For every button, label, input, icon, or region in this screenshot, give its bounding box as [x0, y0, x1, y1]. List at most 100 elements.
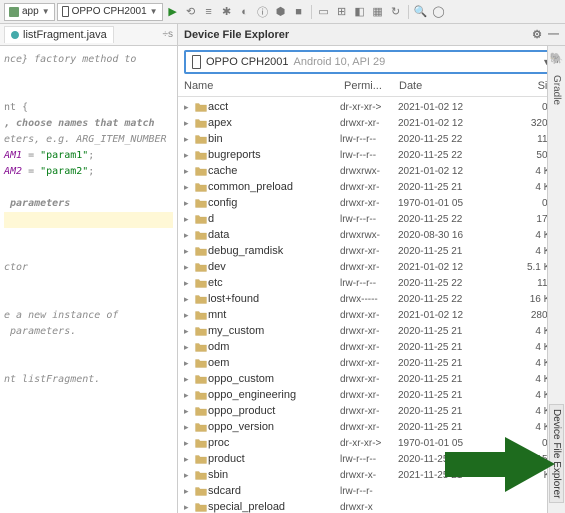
- expand-icon[interactable]: ▸: [184, 262, 194, 273]
- gear-icon[interactable]: ⚙: [532, 28, 542, 41]
- file-name: oppo_engineering: [208, 389, 340, 401]
- file-row[interactable]: ▸odmdrwxr-xr-2020-11-25 214 KB: [178, 339, 565, 355]
- expand-icon[interactable]: ▸: [184, 454, 194, 465]
- editor-tab[interactable]: listFragment.java: [4, 26, 114, 43]
- file-name: debug_ramdisk: [208, 245, 340, 257]
- user-icon[interactable]: ◯: [431, 4, 447, 20]
- expand-icon[interactable]: ▸: [184, 390, 194, 401]
- expand-icon[interactable]: ▸: [184, 502, 194, 513]
- col-name[interactable]: Name: [184, 80, 344, 92]
- file-row[interactable]: ▸devdrwxr-xr-2021-01-02 125.1 KB: [178, 259, 565, 275]
- expand-icon[interactable]: ▸: [184, 198, 194, 209]
- search-icon[interactable]: 🔍: [413, 4, 429, 20]
- expand-icon[interactable]: ▸: [184, 486, 194, 497]
- expand-icon[interactable]: ▸: [184, 374, 194, 385]
- file-perm: lrw-r--r--: [340, 150, 398, 161]
- col-date[interactable]: Date: [399, 80, 489, 92]
- file-row[interactable]: ▸mntdrwxr-xr-2021-01-02 12280 B: [178, 307, 565, 323]
- file-row[interactable]: ▸oppo_customdrwxr-xr-2020-11-25 214 KB: [178, 371, 565, 387]
- expand-icon[interactable]: ▸: [184, 294, 194, 305]
- layout-inspector-icon[interactable]: ◧: [352, 4, 368, 20]
- expand-icon[interactable]: ▸: [184, 102, 194, 113]
- file-row[interactable]: ▸cachedrwxrwx-2021-01-02 124 KB: [178, 163, 565, 179]
- debug-icon[interactable]: ✱: [219, 4, 235, 20]
- file-columns-header[interactable]: Name Permi... Date Size: [178, 78, 565, 97]
- file-row[interactable]: ▸binlrw-r--r--2020-11-25 2211 B: [178, 131, 565, 147]
- file-perm: lrw-r--r--: [340, 214, 398, 225]
- avd-icon[interactable]: ▭: [316, 4, 332, 20]
- expand-icon[interactable]: ▸: [184, 358, 194, 369]
- file-row[interactable]: ▸bugreportslrw-r--r--2020-11-25 2250 B: [178, 147, 565, 163]
- file-name: sdcard: [208, 485, 340, 497]
- file-row[interactable]: ▸special_preloaddrwxr-x: [178, 499, 565, 513]
- file-perm: drwxr-xr-: [340, 358, 398, 369]
- expand-icon[interactable]: ▸: [184, 166, 194, 177]
- apply-changes-icon[interactable]: ⟲: [183, 4, 199, 20]
- panel-header: Device File Explorer ⚙ —: [178, 24, 565, 45]
- expand-icon[interactable]: ▸: [184, 342, 194, 353]
- sync-icon[interactable]: ↻: [388, 4, 404, 20]
- attach-icon[interactable]: ⬢: [273, 4, 289, 20]
- profile-icon[interactable]: ⓘ: [255, 4, 271, 20]
- apply-code-icon[interactable]: ≡: [201, 4, 217, 20]
- file-row[interactable]: ▸etclrw-r--r--2020-11-25 2211 B: [178, 275, 565, 291]
- folder-icon: [194, 294, 208, 304]
- coverage-icon[interactable]: ◐: [237, 4, 253, 20]
- expand-icon[interactable]: ▸: [184, 278, 194, 289]
- expand-icon[interactable]: ▸: [184, 246, 194, 257]
- file-row[interactable]: ▸oppo_engineeringdrwxr-xr-2020-11-25 214…: [178, 387, 565, 403]
- file-row[interactable]: ▸dlrw-r--r--2020-11-25 2217 B: [178, 211, 565, 227]
- split-indicator[interactable]: ÷s: [163, 29, 178, 40]
- folder-icon: [194, 438, 208, 448]
- file-date: 2020-11-25 21: [398, 422, 486, 433]
- code-editor[interactable]: nce} factory method to nt { , choose nam…: [0, 46, 178, 513]
- file-row[interactable]: ▸acctdr-xr-xr->2021-01-02 120 B: [178, 99, 565, 115]
- file-row[interactable]: ▸common_preloaddrwxr-xr-2020-11-25 214 K…: [178, 179, 565, 195]
- expand-icon[interactable]: ▸: [184, 150, 194, 161]
- expand-icon[interactable]: ▸: [184, 230, 194, 241]
- file-row[interactable]: ▸configdrwxr-xr-1970-01-01 050 B: [178, 195, 565, 211]
- expand-icon[interactable]: ▸: [184, 214, 194, 225]
- file-row[interactable]: ▸datadrwxrwx-2020-08-30 164 KB: [178, 227, 565, 243]
- module-selector[interactable]: app ▼: [4, 3, 55, 21]
- stop-icon[interactable]: ■: [291, 4, 307, 20]
- hide-icon[interactable]: —: [548, 28, 559, 41]
- expand-icon[interactable]: ▸: [184, 406, 194, 417]
- device-selector[interactable]: OPPO CPH2001 Android 10, API 29 ▼: [184, 50, 559, 74]
- file-name: lost+found: [208, 293, 340, 305]
- run-icon[interactable]: ▶: [165, 4, 181, 20]
- expand-icon[interactable]: ▸: [184, 134, 194, 145]
- file-row[interactable]: ▸debug_ramdiskdrwxr-xr-2020-11-25 214 KB: [178, 243, 565, 259]
- file-row[interactable]: ▸oppo_productdrwxr-xr-2020-11-25 214 KB: [178, 403, 565, 419]
- file-name: mnt: [208, 309, 340, 321]
- file-name: oppo_version: [208, 421, 340, 433]
- chevron-down-icon: ▼: [150, 7, 158, 16]
- toolbar-separator: [408, 5, 409, 19]
- folder-icon: [194, 326, 208, 336]
- expand-icon[interactable]: ▸: [184, 118, 194, 129]
- file-row[interactable]: ▸oppo_versiondrwxr-xr-2020-11-25 214 KB: [178, 419, 565, 435]
- expand-icon[interactable]: ▸: [184, 470, 194, 481]
- expand-icon[interactable]: ▸: [184, 422, 194, 433]
- file-date: 2021-01-02 12: [398, 310, 486, 321]
- file-name: dev: [208, 261, 340, 273]
- sdk-icon[interactable]: ⊞: [334, 4, 350, 20]
- expand-icon[interactable]: ▸: [184, 310, 194, 321]
- file-row[interactable]: ▸apexdrwxr-xr-2021-01-02 12320 B: [178, 115, 565, 131]
- file-row[interactable]: ▸oemdrwxr-xr-2020-11-25 214 KB: [178, 355, 565, 371]
- module-name: app: [22, 6, 39, 17]
- file-row[interactable]: ▸my_customdrwxr-xr-2020-11-25 214 KB: [178, 323, 565, 339]
- expand-icon[interactable]: ▸: [184, 182, 194, 193]
- file-row[interactable]: ▸lost+founddrwx-----2020-11-25 2216 KB: [178, 291, 565, 307]
- folder-icon: [194, 374, 208, 384]
- gradle-tab[interactable]: Gradle: [551, 75, 562, 105]
- file-perm: drwxr-xr-: [340, 390, 398, 401]
- elephant-icon[interactable]: 🐘: [550, 52, 564, 65]
- expand-icon[interactable]: ▸: [184, 438, 194, 449]
- col-perm[interactable]: Permi...: [344, 80, 399, 92]
- file-name: oem: [208, 357, 340, 369]
- device-selector-row: OPPO CPH2001 Android 10, API 29 ▼: [178, 46, 565, 78]
- runconfig-selector[interactable]: OPPO CPH2001 ▼: [57, 3, 163, 21]
- expand-icon[interactable]: ▸: [184, 326, 194, 337]
- resource-manager-icon[interactable]: ▦: [370, 4, 386, 20]
